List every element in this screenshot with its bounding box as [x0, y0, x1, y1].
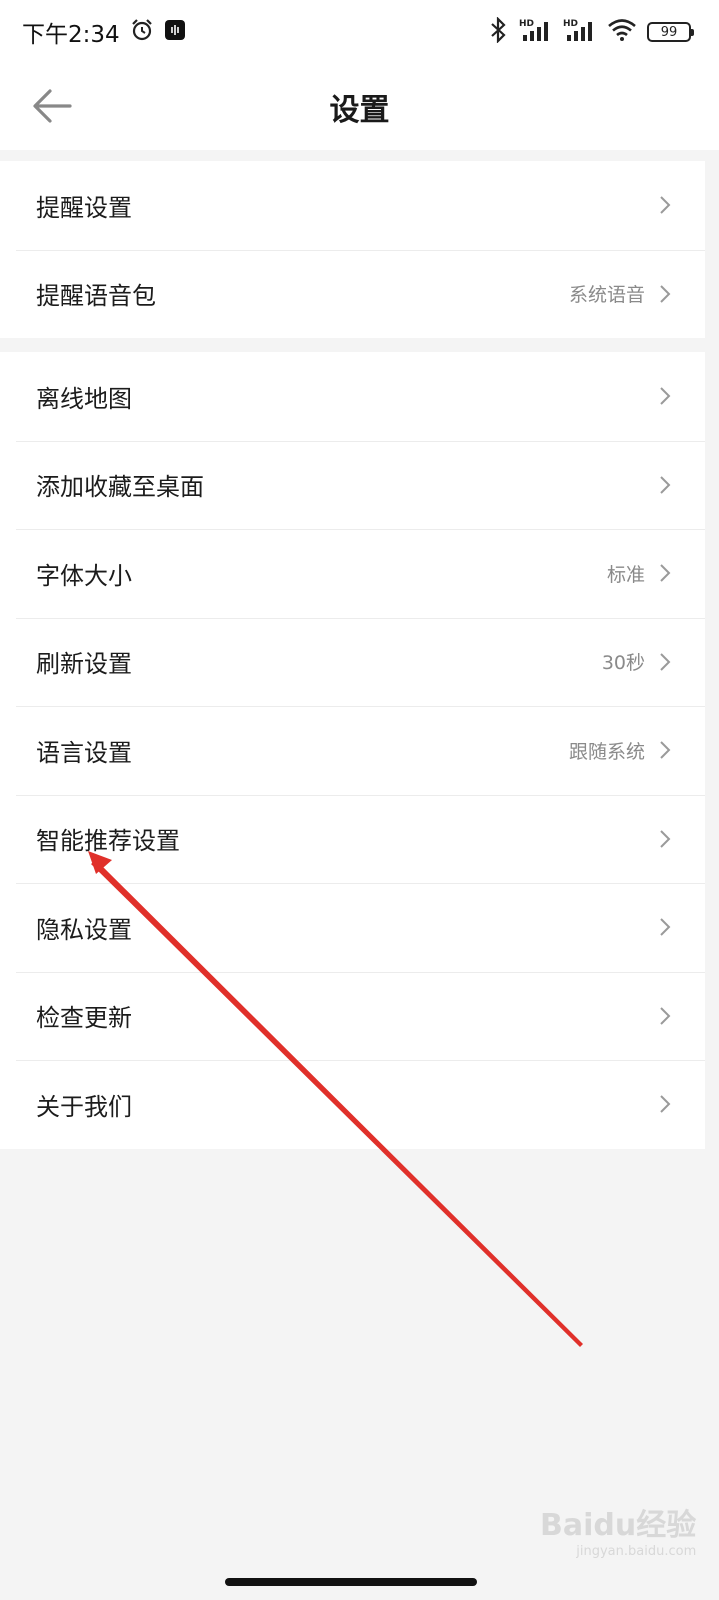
chevron-right-icon	[660, 387, 671, 405]
home-indicator[interactable]	[225, 1578, 477, 1586]
settings-row-offline-map[interactable]: 离线地图	[0, 352, 705, 441]
row-value: 跟随系统	[568, 740, 645, 763]
status-time: 下午2:34	[22, 22, 120, 48]
row-right: 30秒	[602, 648, 671, 675]
back-button[interactable]	[24, 78, 80, 134]
row-label: 离线地图	[36, 384, 132, 413]
header: 设置	[0, 64, 719, 150]
page-title: 设置	[329, 93, 390, 128]
settings-row-privacy[interactable]: 隐私设置	[0, 883, 705, 972]
status-bar: 下午2:34 HD HD 99	[0, 0, 719, 64]
row-right	[645, 917, 671, 937]
chevron-right-icon	[660, 741, 671, 759]
row-right: 标准	[607, 560, 671, 587]
wifi-icon	[607, 18, 637, 46]
chevron-right-icon	[660, 1095, 671, 1113]
row-right	[645, 829, 671, 849]
row-label: 智能推荐设置	[36, 827, 180, 856]
settings-group-general: 离线地图 添加收藏至桌面 字体大小 标准 刷新设置 30秒 语言设置 跟随系统	[0, 352, 705, 1149]
settings-row-font-size[interactable]: 字体大小 标准	[0, 529, 705, 618]
row-label: 添加收藏至桌面	[36, 473, 204, 502]
chevron-right-icon	[660, 285, 671, 303]
baidu-watermark: Baidu经验 jingyan.baidu.com	[540, 1500, 696, 1559]
hd-label-2: HD	[563, 19, 578, 29]
row-label: 提醒设置	[36, 193, 132, 222]
settings-row-voice-pack[interactable]: 提醒语音包 系统语音	[0, 249, 705, 339]
row-right	[645, 1094, 671, 1114]
row-label: 检查更新	[36, 1004, 132, 1033]
watermark-brand: Baidu经验	[540, 1508, 697, 1543]
settings-row-reminder[interactable]: 提醒设置	[0, 161, 705, 250]
battery-indicator: 99	[647, 22, 694, 42]
settings-row-about-us[interactable]: 关于我们	[0, 1060, 705, 1149]
settings-row-refresh[interactable]: 刷新设置 30秒	[0, 617, 705, 707]
watermark-url: jingyan.baidu.com	[576, 1544, 697, 1559]
settings-group-reminders: 提醒设置 提醒语音包 系统语音	[0, 161, 705, 338]
signal-hd-2-icon: HD	[563, 17, 597, 47]
row-label: 隐私设置	[36, 915, 132, 944]
row-value: 标准	[606, 563, 645, 586]
audio-app-icon	[164, 19, 186, 45]
row-value: 30秒	[601, 652, 645, 675]
row-right	[645, 475, 671, 495]
status-right: HD HD 99	[487, 16, 694, 47]
row-label: 刷新设置	[36, 650, 132, 679]
row-right	[645, 1006, 671, 1026]
row-label: 字体大小	[36, 561, 132, 590]
chevron-right-icon	[660, 564, 671, 582]
chevron-right-icon	[660, 830, 671, 848]
chevron-right-icon	[660, 918, 671, 936]
chevron-right-icon	[660, 1007, 671, 1025]
status-left: 下午2:34	[22, 15, 186, 49]
chevron-right-icon	[660, 653, 671, 671]
row-value: 系统语音	[568, 284, 645, 307]
alarm-icon	[130, 18, 154, 46]
row-right	[645, 195, 671, 215]
row-right	[645, 386, 671, 406]
settings-row-add-favorites-desktop[interactable]: 添加收藏至桌面	[0, 440, 705, 530]
chevron-right-icon	[660, 196, 671, 214]
back-arrow-icon	[33, 89, 72, 123]
settings-row-check-update[interactable]: 检查更新	[0, 971, 705, 1061]
row-right: 系统语音	[569, 280, 671, 307]
row-label: 语言设置	[36, 738, 132, 767]
row-label: 关于我们	[36, 1092, 132, 1121]
row-right: 跟随系统	[569, 737, 671, 764]
signal-hd-1-icon: HD	[519, 17, 553, 47]
hd-label-1: HD	[519, 19, 534, 29]
bluetooth-icon	[487, 16, 509, 47]
row-label: 提醒语音包	[36, 282, 156, 311]
chevron-right-icon	[660, 476, 671, 494]
settings-row-language[interactable]: 语言设置 跟随系统	[0, 706, 705, 795]
settings-row-smart-recommend[interactable]: 智能推荐设置	[0, 794, 705, 884]
